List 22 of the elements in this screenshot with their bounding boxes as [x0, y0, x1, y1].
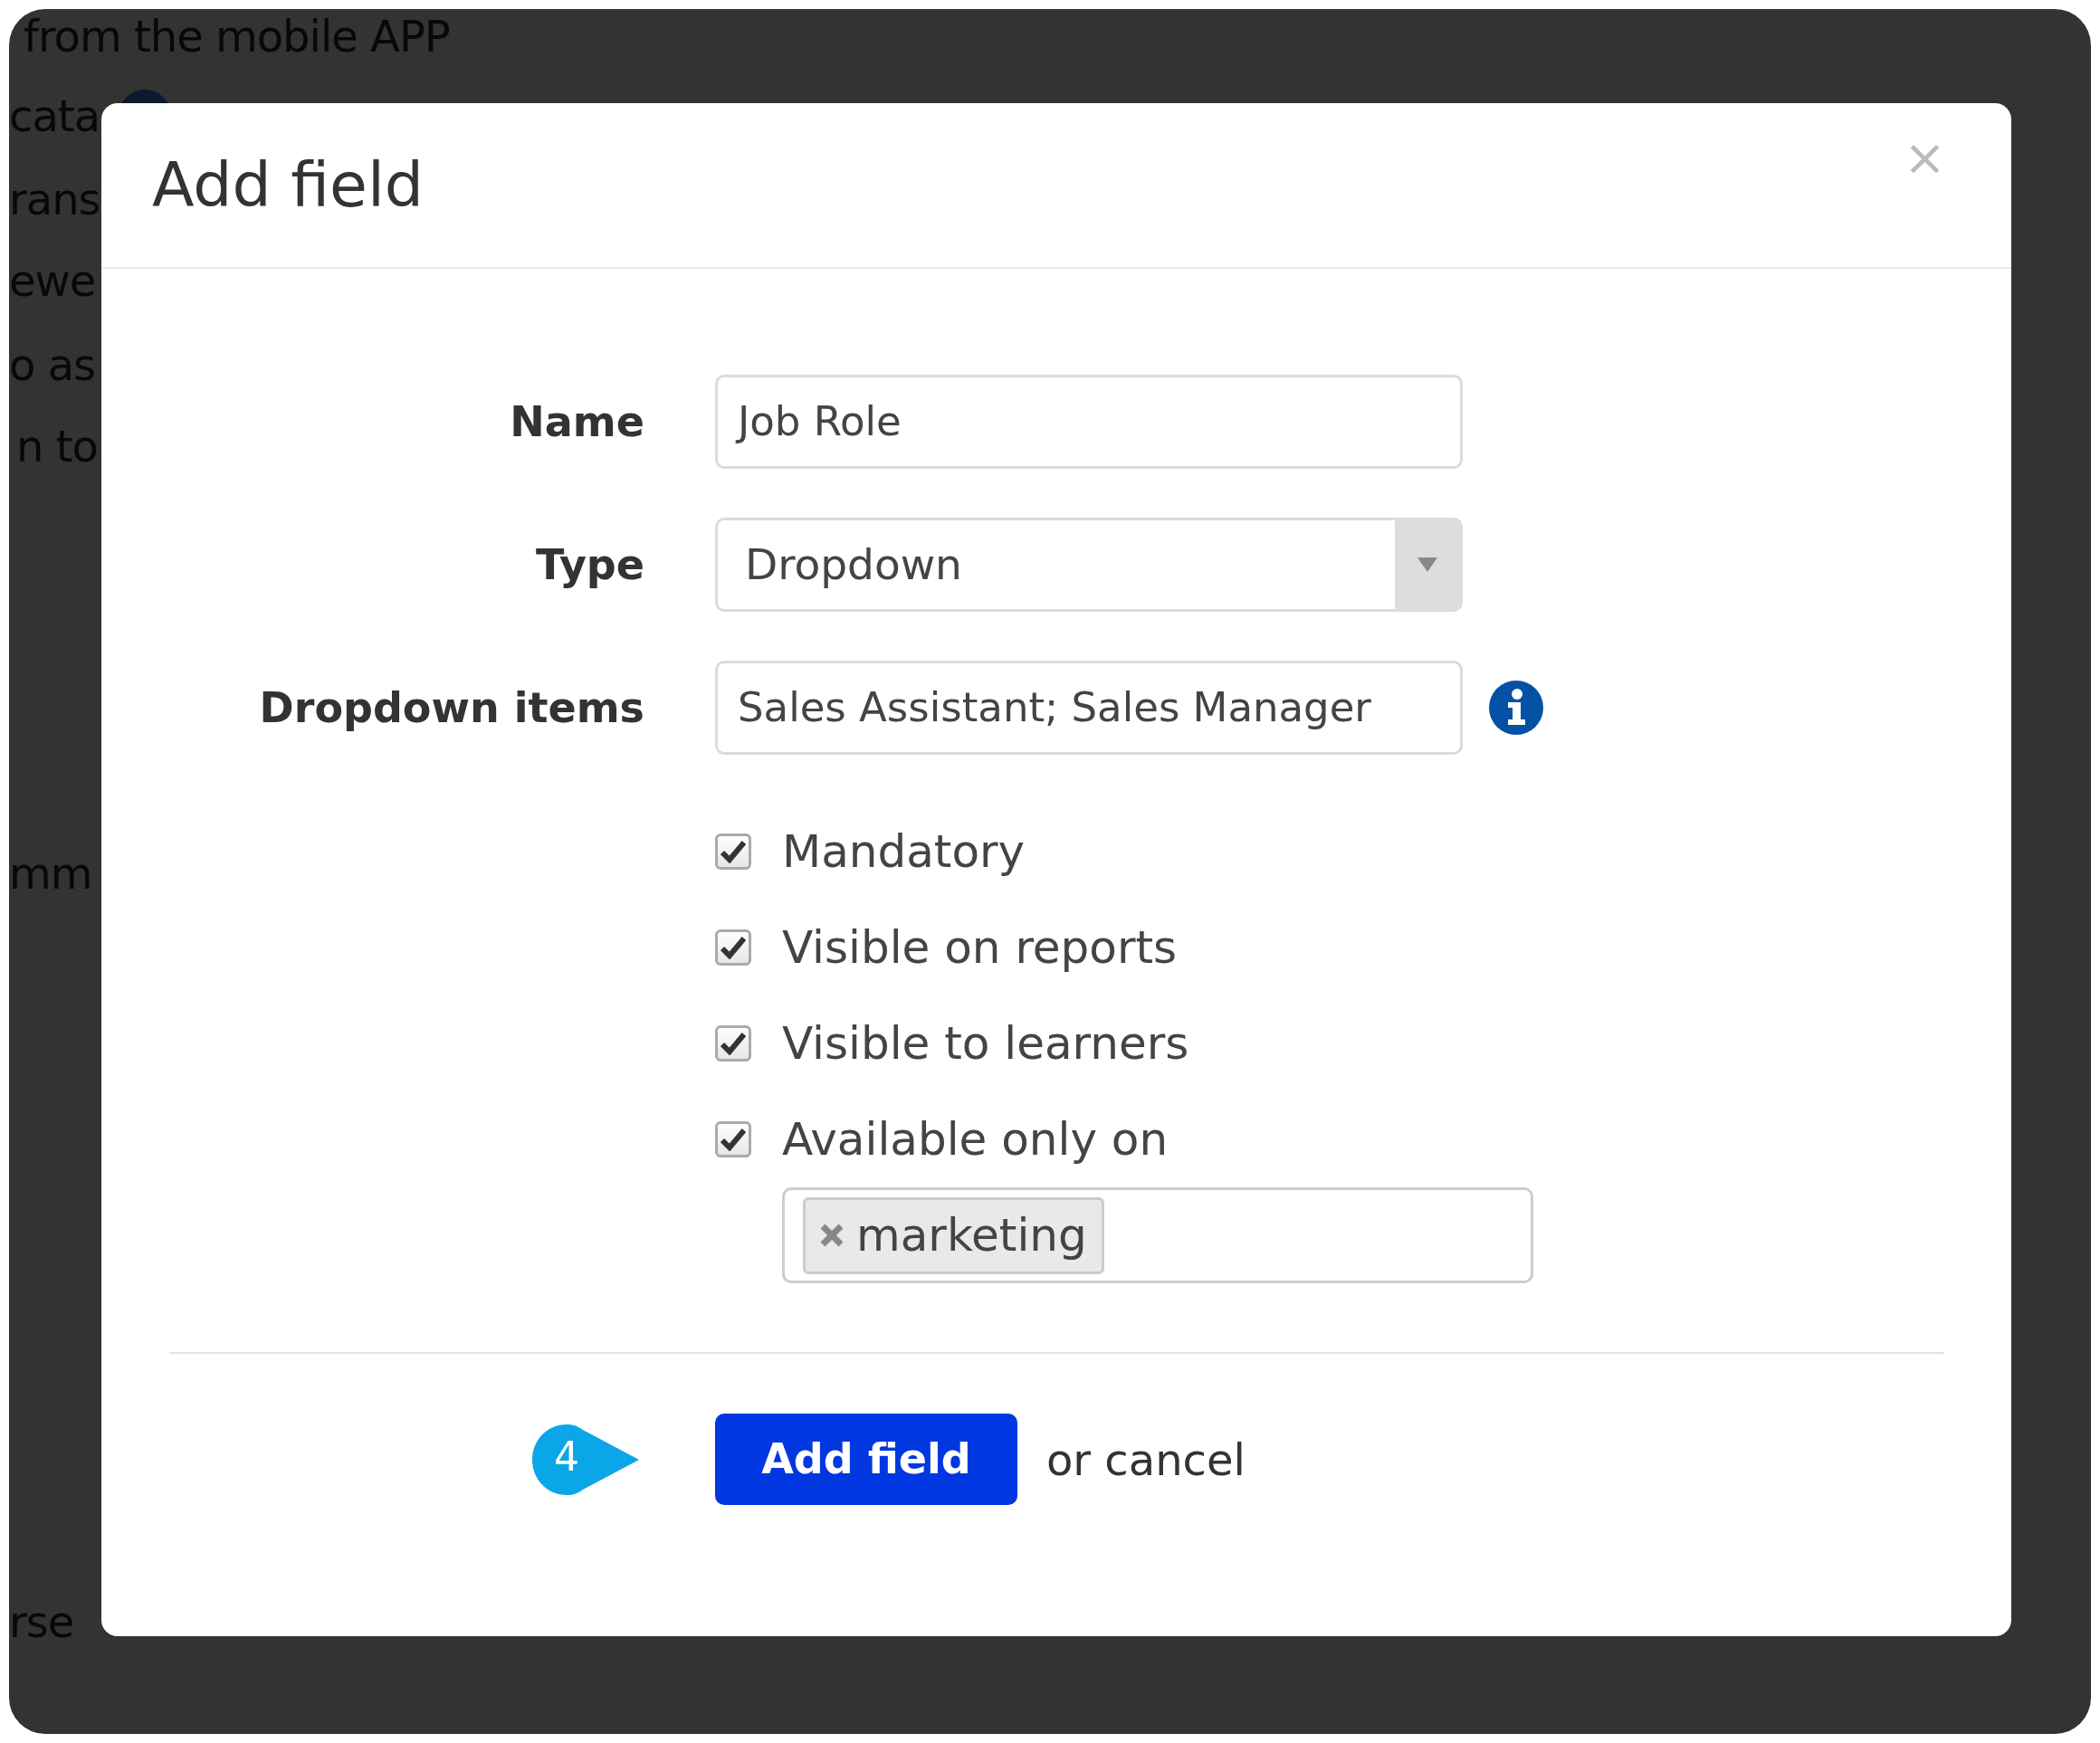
- step-number: 4: [553, 1432, 580, 1481]
- checkbox[interactable]: [715, 929, 751, 966]
- input-field[interactable]: Sales Assistant; Sales Manager: [715, 661, 1463, 755]
- cancel-link[interactable]: or cancel: [1046, 1426, 1246, 1492]
- remove-icon[interactable]: [820, 1224, 844, 1247]
- caret-icon: [1418, 557, 1437, 572]
- dialog-title: Add field: [152, 148, 424, 223]
- checkbox-label: Visible on reports: [782, 919, 1178, 976]
- checkbox-label: Available only on: [782, 1111, 1169, 1167]
- field-label: Name: [509, 395, 644, 448]
- add-field-button[interactable]: Add field: [715, 1414, 1017, 1505]
- checkbox[interactable]: [715, 1121, 751, 1157]
- checkbox-label: Visible to learners: [782, 1015, 1189, 1072]
- input-field[interactable]: Job Role: [715, 375, 1463, 469]
- field-label: Type: [534, 538, 644, 591]
- tag-input[interactable]: marketing: [782, 1187, 1533, 1283]
- type-select[interactable]: Dropdown: [715, 518, 1463, 612]
- checkbox-label: Mandatory: [782, 824, 1026, 880]
- tag-chip[interactable]: marketing: [803, 1196, 1104, 1274]
- field-label: Dropdown items: [258, 681, 644, 734]
- checkbox[interactable]: [715, 1025, 751, 1062]
- checkbox[interactable]: [715, 833, 751, 870]
